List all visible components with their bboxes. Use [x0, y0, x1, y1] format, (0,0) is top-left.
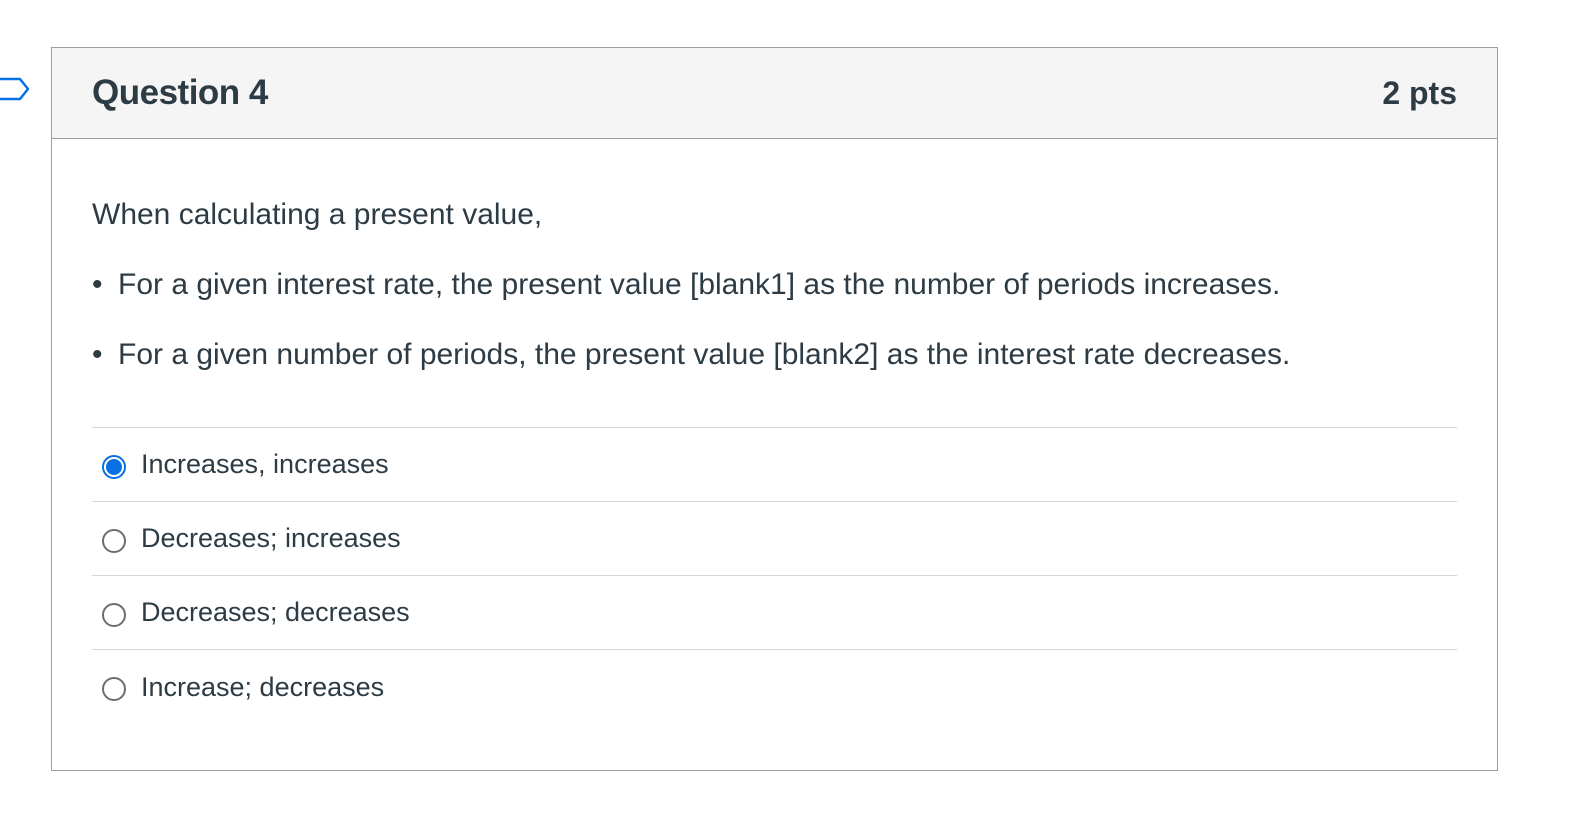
answer-label[interactable]: Decreases; decreases [141, 597, 410, 628]
answer-option[interactable]: Increase; decreases [92, 650, 1457, 724]
question-bullet: • For a given interest rate, the present… [92, 267, 1457, 303]
question-header: Question 4 2 pts [52, 48, 1497, 139]
answer-list: Increases, increases Decreases; increase… [92, 427, 1457, 724]
bullet-icon: • [92, 268, 103, 301]
flag-question-icon[interactable] [0, 73, 30, 105]
radio-button-icon[interactable] [102, 677, 126, 701]
answer-option[interactable]: Decreases; decreases [92, 576, 1457, 650]
answer-option[interactable]: Increases, increases [92, 428, 1457, 502]
question-card: Question 4 2 pts When calculating a pres… [51, 47, 1498, 771]
bullet-text: For a given interest rate, the present v… [118, 268, 1281, 301]
bullet-icon: • [92, 338, 103, 371]
question-body: When calculating a present value, • For … [52, 139, 1497, 724]
radio-button-icon[interactable] [102, 528, 126, 553]
answer-option[interactable]: Decreases; increases [92, 502, 1457, 576]
question-bullet: • For a given number of periods, the pre… [92, 337, 1457, 373]
question-title: Question 4 [92, 73, 268, 112]
radio-button-icon[interactable] [102, 602, 126, 627]
answer-label[interactable]: Decreases; increases [141, 523, 401, 554]
answer-label[interactable]: Increase; decreases [141, 672, 384, 703]
answer-label[interactable]: Increases, increases [141, 449, 389, 480]
question-intro: When calculating a present value, [92, 198, 543, 231]
radio-button-icon[interactable] [102, 454, 126, 479]
bullet-text: For a given number of periods, the prese… [118, 338, 1291, 371]
question-points: 2 pts [1382, 74, 1457, 111]
